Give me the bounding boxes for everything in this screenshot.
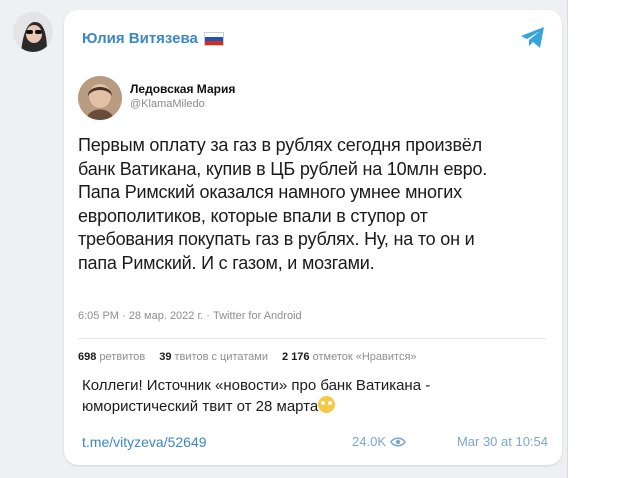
flushed-face-emoji <box>318 396 336 413</box>
views-count: 24.0K <box>352 434 386 449</box>
stat-label: ретвитов <box>99 351 146 363</box>
avatar-photo <box>13 12 53 52</box>
post-text-line-2: юмористический твит от 28 марта <box>82 396 552 417</box>
tweet-meta: 6:05 PM · 28 мар. 2022 г. · Twitter for … <box>78 310 302 322</box>
stat-count: 39 <box>159 351 172 363</box>
post-text-line: юмористический твит от 28 марта <box>82 398 319 415</box>
tweet-text-line: папа Римский. И с газом, и мозгами. <box>78 252 375 273</box>
message-bubble: Юлия Витязева Ледовская Мария @KlamaMile… <box>64 10 562 465</box>
telegram-icon[interactable] <box>518 22 548 52</box>
tweet-text-line: требования покупать газ в рублях. Ну, на… <box>78 229 475 249</box>
channel-name[interactable]: Юлия Витязева <box>82 30 198 47</box>
stat-count: 698 <box>78 351 97 363</box>
tweet-text: Первым оплату за газ в рублях сегодня пр… <box>78 134 546 275</box>
stat-quotes: 39 твитов с цитатами <box>159 351 268 363</box>
tweet-text-line: Первым оплату за газ в рублях сегодня пр… <box>78 135 482 155</box>
tweet-text-line: банк Ватикана, купив в ЦБ рублей на 10мл… <box>78 158 488 179</box>
stat-count: 2 176 <box>282 351 310 363</box>
post-text: Коллеги! Источник «новости» про банк Ват… <box>82 376 552 417</box>
stat-likes: 2 176 отметок «Нравится» <box>282 351 417 363</box>
tweet-divider <box>78 338 546 339</box>
tweet-text-line: европолитиков, которые впали в ступор от <box>78 205 428 226</box>
post-text-line: Коллеги! Источник «новости» про банк Ват… <box>82 377 431 394</box>
right-panel <box>567 0 640 478</box>
eye-icon <box>390 437 406 446</box>
russian-flag-icon <box>203 31 224 46</box>
tweet-screenshot: Ледовская Мария @KlamaMiledo Первым опла… <box>78 70 546 370</box>
tweet-author-avatar <box>78 76 122 120</box>
tweet-text-line: Папа Римский оказался намного умнее мног… <box>78 182 462 202</box>
stat-label: отметок «Нравится» <box>312 351 417 363</box>
stat-label: твитов с цитатами <box>174 351 269 363</box>
tweet-author-name: Ледовская Мария <box>130 82 236 96</box>
post-timestamp: Mar 30 at 10:54 <box>456 434 548 449</box>
views-counter: 24.0K <box>352 434 406 449</box>
tweet-stats: 698 ретвитов 39 твитов с цитатами 2 176 … <box>78 351 417 363</box>
post-link[interactable]: t.me/vityzeva/52649 <box>82 434 207 450</box>
channel-avatar[interactable] <box>13 12 53 52</box>
stat-retweets: 698 ретвитов <box>78 351 145 363</box>
tweet-author-handle: @KlamaMiledo <box>130 98 205 110</box>
message-header: Юлия Витязева <box>82 30 224 47</box>
tweet-avatar-photo <box>78 76 122 120</box>
